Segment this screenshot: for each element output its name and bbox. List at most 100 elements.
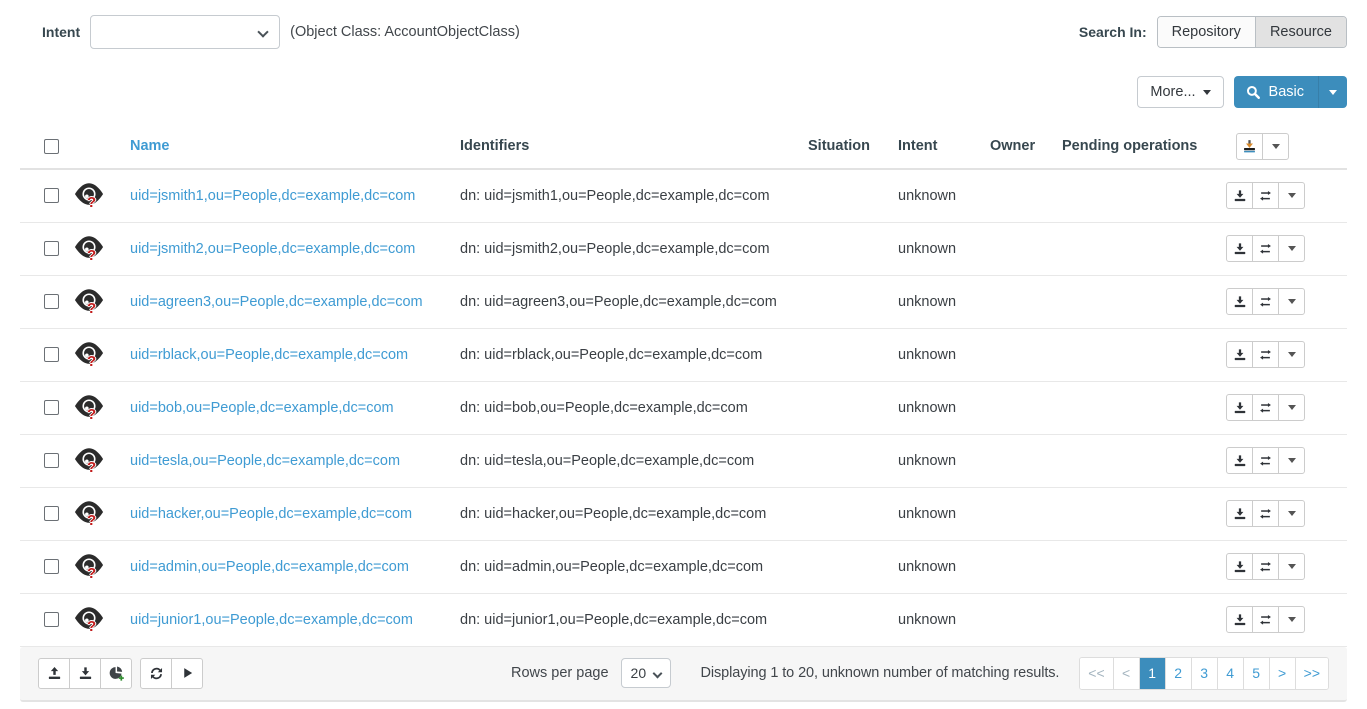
row-download-button[interactable] [1226, 182, 1253, 209]
row-actions-group [1226, 288, 1305, 315]
row-dropdown-button[interactable] [1278, 447, 1305, 474]
pagination-item[interactable]: << [1080, 658, 1112, 689]
row-download-button[interactable] [1226, 394, 1253, 421]
row-checkbox[interactable] [44, 400, 59, 415]
search-in-resource-button[interactable]: Resource [1255, 17, 1346, 47]
account-name-link[interactable]: uid=rblack,ou=People,dc=example,dc=com [130, 347, 408, 363]
import-export-button-group [38, 658, 132, 689]
account-name-link[interactable]: uid=hacker,ou=People,dc=example,dc=com [130, 506, 412, 522]
row-exchange-button[interactable] [1252, 606, 1279, 633]
row-dropdown-button[interactable] [1278, 182, 1305, 209]
exchange-icon [1258, 189, 1273, 203]
pagination-item[interactable]: >> [1295, 658, 1328, 689]
situation-cell [808, 381, 898, 434]
run-button-group [140, 658, 203, 689]
table-row: ? uid=admin,ou=People,dc=example,dc=com … [20, 540, 1347, 593]
account-name-link[interactable]: uid=jsmith1,ou=People,dc=example,dc=com [130, 188, 415, 204]
owner-cell [990, 540, 1062, 593]
row-download-button[interactable] [1226, 447, 1253, 474]
refresh-button[interactable] [140, 658, 172, 689]
account-name-link[interactable]: uid=admin,ou=People,dc=example,dc=com [130, 559, 409, 575]
row-exchange-button[interactable] [1252, 500, 1279, 527]
download-icon [1233, 454, 1247, 468]
row-checkbox[interactable] [44, 294, 59, 309]
row-checkbox[interactable] [44, 559, 59, 574]
chevron-down-icon [652, 669, 662, 679]
basic-search-button[interactable]: Basic [1234, 76, 1318, 108]
search-in-repository-button[interactable]: Repository [1158, 17, 1255, 47]
row-dropdown-button[interactable] [1278, 606, 1305, 633]
intent-cell: unknown [898, 222, 990, 275]
account-name-link[interactable]: uid=bob,ou=People,dc=example,dc=com [130, 400, 394, 416]
row-exchange-button[interactable] [1252, 288, 1279, 315]
row-checkbox[interactable] [44, 241, 59, 256]
search-mode-dropdown-button[interactable] [1318, 76, 1347, 108]
column-header-name[interactable]: Name [130, 124, 460, 169]
pagination-item[interactable]: 4 [1217, 658, 1243, 689]
owner-cell [990, 222, 1062, 275]
caret-down-icon [1288, 405, 1296, 410]
row-download-button[interactable] [1226, 288, 1253, 315]
question-mark-overlay: ? [87, 194, 96, 211]
row-dropdown-button[interactable] [1278, 341, 1305, 368]
row-exchange-button[interactable] [1252, 553, 1279, 580]
account-shadow-icon: ? [74, 287, 104, 315]
download-button[interactable] [69, 658, 101, 689]
row-checkbox[interactable] [44, 347, 59, 362]
identifiers-cell: dn: uid=tesla,ou=People,dc=example,dc=co… [460, 434, 808, 487]
intent-select[interactable] [90, 15, 280, 49]
account-name-link[interactable]: uid=agreen3,ou=People,dc=example,dc=com [130, 294, 423, 310]
pagination-item[interactable]: 1 [1139, 658, 1165, 689]
more-button[interactable]: More... [1137, 76, 1223, 108]
pagination-item[interactable]: 2 [1165, 658, 1191, 689]
row-exchange-button[interactable] [1252, 394, 1279, 421]
row-exchange-button[interactable] [1252, 235, 1279, 262]
row-dropdown-button[interactable] [1278, 288, 1305, 315]
more-button-label: More... [1150, 84, 1195, 100]
table-footer: Rows per page 20 Displaying 1 to 20, unk… [20, 647, 1347, 702]
row-download-button[interactable] [1226, 500, 1253, 527]
column-header-owner: Owner [990, 124, 1062, 169]
table-row: ? uid=junior1,ou=People,dc=example,dc=co… [20, 593, 1347, 646]
row-dropdown-button[interactable] [1278, 235, 1305, 262]
row-exchange-button[interactable] [1252, 447, 1279, 474]
row-download-button[interactable] [1226, 341, 1253, 368]
account-shadow-icon: ? [74, 340, 104, 368]
question-mark-overlay: ? [87, 247, 96, 264]
row-download-button[interactable] [1226, 606, 1253, 633]
row-dropdown-button[interactable] [1278, 394, 1305, 421]
account-name-link[interactable]: uid=junior1,ou=People,dc=example,dc=com [130, 612, 413, 628]
pagination-item[interactable]: > [1269, 658, 1295, 689]
row-dropdown-button[interactable] [1278, 500, 1305, 527]
table-row: ? uid=bob,ou=People,dc=example,dc=com dn… [20, 381, 1347, 434]
row-checkbox[interactable] [44, 506, 59, 521]
row-actions-group [1226, 182, 1305, 209]
play-button[interactable] [171, 658, 203, 689]
row-checkbox[interactable] [44, 453, 59, 468]
export-button[interactable] [1236, 133, 1263, 160]
upload-button[interactable] [38, 658, 70, 689]
row-checkbox[interactable] [44, 188, 59, 203]
situation-cell [808, 487, 898, 540]
pagination-item[interactable]: 3 [1191, 658, 1217, 689]
caret-down-icon [1329, 90, 1337, 95]
row-exchange-button[interactable] [1252, 182, 1279, 209]
account-name-link[interactable]: uid=tesla,ou=People,dc=example,dc=com [130, 453, 400, 469]
export-dropdown-button[interactable] [1262, 133, 1289, 160]
row-checkbox[interactable] [44, 612, 59, 627]
row-dropdown-button[interactable] [1278, 553, 1305, 580]
pagination-item[interactable]: 5 [1243, 658, 1269, 689]
create-report-button[interactable] [100, 658, 132, 689]
select-all-checkbox[interactable] [44, 139, 59, 154]
rows-per-page-select[interactable]: 20 [621, 658, 671, 688]
table-body: ? uid=jsmith1,ou=People,dc=example,dc=co… [20, 169, 1347, 646]
account-name-link[interactable]: uid=jsmith2,ou=People,dc=example,dc=com [130, 241, 415, 257]
row-exchange-button[interactable] [1252, 341, 1279, 368]
pagination-item[interactable]: < [1113, 658, 1139, 689]
row-download-button[interactable] [1226, 553, 1253, 580]
row-download-button[interactable] [1226, 235, 1253, 262]
download-icon [1233, 242, 1247, 256]
table-row: ? uid=rblack,ou=People,dc=example,dc=com… [20, 328, 1347, 381]
download-icon [1233, 560, 1247, 574]
identifiers-cell: dn: uid=agreen3,ou=People,dc=example,dc=… [460, 275, 808, 328]
